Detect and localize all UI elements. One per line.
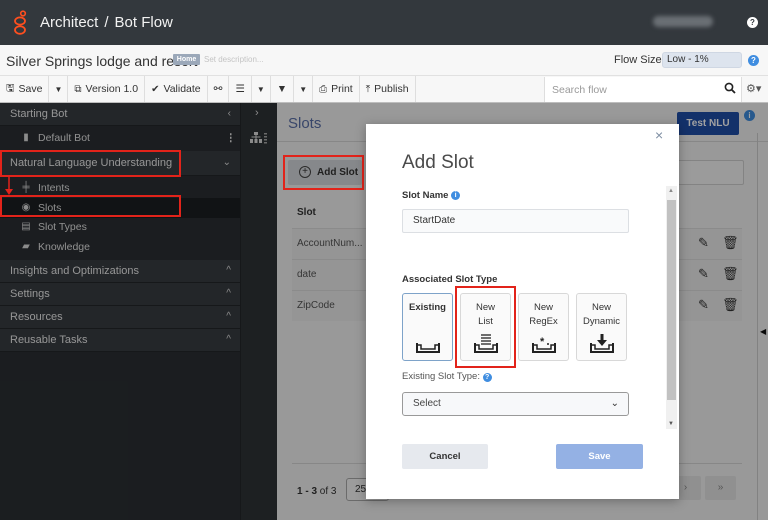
help-icon[interactable]: ? [747,17,758,28]
list-button[interactable]: ☰ [229,76,252,102]
search-icon[interactable] [724,82,736,94]
breadcrumb-separator: / [104,14,109,31]
slot-name-label: Slot Name i [402,190,461,201]
upload-icon: ⤒ [365,83,371,95]
slot-type-new-regex[interactable]: New RegEx * [518,293,569,361]
slot-type-existing[interactable]: Existing [402,293,453,361]
select-value: Select [413,398,441,409]
set-description-link[interactable]: Set description... [204,55,264,64]
highlight-box-nlu [0,150,181,177]
filter-icon: ▼ [276,83,288,95]
svg-text:*: * [540,336,545,348]
copy-icon: ⧉ [74,83,82,95]
breadcrumb-page: Bot Flow [114,14,173,31]
print-button[interactable]: ⎙ Print [313,76,360,102]
dialog-title: Add Slot [402,152,474,173]
list-dropdown-button[interactable]: ▼ [252,76,271,102]
card-label-line2: RegEx [529,316,558,327]
save-button[interactable]: Save [556,444,643,469]
dialog-scrollbar[interactable]: ▲ ▼ [666,186,677,429]
slot-name-input[interactable]: StartDate [402,209,629,233]
card-label-line2: Dynamic [583,316,620,327]
arrow-down-icon [5,176,13,195]
print-label: Print [331,83,353,95]
validate-button[interactable]: ✔ Validate [145,76,208,102]
tray-regex-icon: * [532,336,556,353]
publish-label: Publish [374,83,409,95]
link-icon: ⚯ [213,83,223,95]
add-slot-dialog: × Add Slot Slot Name i StartDate Associa… [366,124,679,499]
scroll-up-icon[interactable]: ▲ [668,188,674,194]
save-label: Save [18,83,43,95]
list-icon: ☰ [235,83,245,95]
caret-down-icon: ▼ [299,84,308,94]
save-button[interactable]: 🖫 Save [0,76,50,102]
user-name-blurred[interactable] [653,16,713,27]
associated-slot-type-label: Associated Slot Type [402,274,498,285]
tray-icon [416,343,440,353]
breadcrumb: Architect / Bot Flow [40,14,173,31]
tray-download-icon [590,334,614,353]
validate-label: Validate [163,83,201,95]
filter-button[interactable]: ▼ [271,76,295,102]
filter-dropdown-button[interactable]: ▼ [294,76,314,102]
caret-down-icon: ▼ [54,84,63,94]
search-flow-input[interactable] [545,77,720,102]
scroll-down-icon[interactable]: ▼ [668,421,674,427]
version-label: Version 1.0 [85,83,139,95]
flow-size-label: Flow Size: [614,54,665,66]
card-label-line1: New [591,302,611,313]
chevron-down-icon: ⌄ [610,398,619,409]
search-flow-box [544,77,742,102]
publish-button[interactable]: ⤒ Publish [360,76,416,102]
card-label: Existing [409,302,446,313]
help-icon[interactable]: ? [482,373,492,382]
save-dropdown-button[interactable]: ▼ [49,76,69,102]
cancel-button[interactable]: Cancel [402,444,488,469]
info-icon[interactable]: i [451,191,461,200]
label-text: Slot Name [402,190,449,201]
settings-gear-icon[interactable]: ⚙▾ [746,82,761,95]
highlight-box-new-list [455,286,516,368]
floppy-disk-icon: 🖫 [6,82,15,94]
card-label-line1: New [533,302,553,313]
dependencies-button[interactable]: ⚯ [208,76,230,102]
scrollbar-thumb[interactable] [667,200,676,400]
close-icon[interactable]: × [655,127,663,143]
label-text: Existing Slot Type: [402,371,480,382]
flow-name: Silver Springs lodge and resort [6,53,198,69]
printer-icon: ⎙ [319,83,328,95]
flow-size-value: Low - 1% [662,52,742,68]
genesys-logo-icon [13,9,27,36]
highlight-box-slots [0,195,181,217]
version-button[interactable]: ⧉ Version 1.0 [68,76,146,102]
home-badge: Home [173,54,200,65]
existing-slot-type-label: Existing Slot Type: ? [402,371,492,382]
checkmark-icon: ✔ [151,83,160,95]
slot-type-new-dynamic[interactable]: New Dynamic [576,293,627,361]
existing-slot-type-select[interactable]: Select ⌄ [402,392,629,416]
flow-size-help-icon[interactable]: ? [748,55,759,66]
highlight-box-add-slot [283,155,364,190]
breadcrumb-app[interactable]: Architect [40,14,98,31]
caret-down-icon: ▼ [256,84,265,94]
